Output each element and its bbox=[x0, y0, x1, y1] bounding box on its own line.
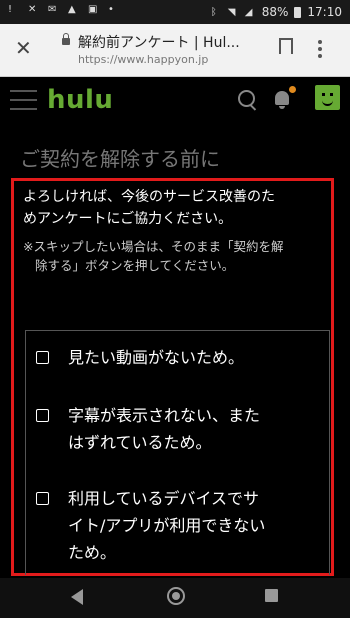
clock: 17:10 bbox=[307, 5, 342, 19]
page-tab-title[interactable]: 解約前アンケート | Hul... bbox=[78, 32, 240, 52]
page-title: ご契約を解除する前に bbox=[20, 147, 220, 171]
option-label: 利用しているデバイスでサ イト/アプリが利用できない ため。 bbox=[68, 485, 265, 566]
address-url[interactable]: https://www.happyon.jp bbox=[78, 53, 208, 66]
site-header: hulu bbox=[0, 77, 350, 125]
checkbox[interactable] bbox=[36, 351, 49, 364]
home-icon[interactable] bbox=[167, 587, 185, 605]
notification-icon-4: ▲ bbox=[68, 4, 76, 15]
status-bar: ! ✕ ✉ ▲ ▣ • ᛒ ◥ ◢ 88% 17:10 bbox=[0, 0, 350, 24]
option-label: 字幕が表示されない、また はずれているため。 bbox=[68, 402, 260, 456]
checkbox[interactable] bbox=[36, 492, 49, 505]
option-3-line-2: イト/アプリが利用できない bbox=[68, 516, 266, 535]
checkbox[interactable] bbox=[36, 409, 49, 422]
back-icon[interactable] bbox=[71, 589, 83, 605]
survey-option-1[interactable]: 見たい動画がないため。 bbox=[36, 344, 244, 371]
notification-icons: ! ✕ ✉ ▲ ▣ • bbox=[8, 4, 119, 15]
system-nav-bar bbox=[0, 578, 350, 618]
lock-icon bbox=[62, 33, 70, 45]
option-2-line-1: 字幕が表示されない、また bbox=[68, 406, 261, 425]
option-label: 見たい動画がないため。 bbox=[68, 344, 244, 371]
option-2-line-2: はずれているため。 bbox=[68, 433, 212, 452]
bluetooth-icon: ᛒ bbox=[210, 6, 217, 18]
hulu-logo[interactable]: hulu bbox=[47, 85, 113, 115]
battery-percent: 88% bbox=[261, 5, 289, 19]
close-tab-icon[interactable]: ✕ bbox=[15, 38, 32, 58]
more-options-icon[interactable] bbox=[318, 40, 322, 61]
survey-intro: よろしければ、今後のサービス改善のた めアンケートにご協力ください。 bbox=[23, 186, 333, 230]
note-line-1: ※スキップしたい場合は、そのまま「契約を解 bbox=[23, 239, 284, 254]
browser-toolbar: ✕ 解約前アンケート | Hul... https://www.happyon.… bbox=[0, 24, 350, 77]
profile-avatar-icon[interactable] bbox=[315, 85, 340, 110]
notification-bell-icon[interactable] bbox=[275, 91, 289, 109]
notification-icon-6: • bbox=[108, 4, 114, 15]
hamburger-menu-icon[interactable] bbox=[10, 90, 37, 117]
notification-icon-5: ▣ bbox=[88, 4, 98, 15]
intro-line-2: めアンケートにご協力ください。 bbox=[23, 211, 233, 227]
notification-icon-2: ✕ bbox=[28, 4, 37, 15]
survey-option-2[interactable]: 字幕が表示されない、また はずれているため。 bbox=[36, 402, 260, 456]
option-3-line-1: 利用しているデバイスでサ bbox=[68, 489, 260, 508]
wifi-icon: ◥ bbox=[227, 6, 236, 18]
notification-dot bbox=[289, 86, 296, 93]
bookmark-icon[interactable] bbox=[279, 38, 293, 60]
signal-icon: ◢ bbox=[244, 6, 253, 18]
survey-option-3[interactable]: 利用しているデバイスでサ イト/アプリが利用できない ため。 bbox=[36, 485, 265, 566]
intro-line-1: よろしければ、今後のサービス改善のた bbox=[23, 189, 275, 205]
skip-note: ※スキップしたい場合は、そのまま「契約を解 除する」ボタンを押してください。 bbox=[23, 237, 328, 275]
recent-apps-icon[interactable] bbox=[265, 589, 278, 602]
option-1-line-1: 見たい動画がないため。 bbox=[68, 348, 245, 367]
option-3-line-3: ため。 bbox=[68, 543, 117, 562]
battery-icon bbox=[294, 6, 302, 18]
note-line-2: 除する」ボタンを押してください。 bbox=[35, 258, 235, 273]
search-icon[interactable] bbox=[238, 90, 255, 107]
notification-icon-1: ! bbox=[8, 4, 13, 15]
notification-icon-3: ✉ bbox=[48, 4, 57, 15]
